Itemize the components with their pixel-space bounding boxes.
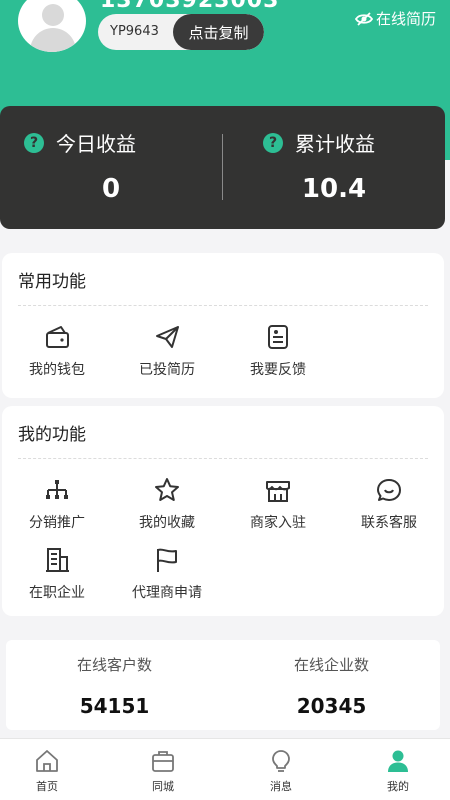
distribution-label: 分销推广 bbox=[29, 515, 85, 531]
help-icon[interactable]: ? bbox=[263, 132, 283, 153]
section-title: 我的功能 bbox=[18, 425, 86, 445]
favorites-label: 我的收藏 bbox=[139, 515, 195, 531]
agent-apply-button[interactable]: 代理商申请 bbox=[112, 546, 222, 606]
avatar-head bbox=[42, 4, 64, 26]
store-icon bbox=[266, 481, 290, 502]
chat-icon bbox=[377, 479, 401, 501]
user-id-pill: YP9643 点击复制 bbox=[98, 14, 264, 50]
feedback-icon bbox=[268, 325, 288, 349]
total-earnings-value: 10.4 bbox=[301, 174, 367, 204]
feedback-button[interactable]: 我要反馈 bbox=[223, 323, 333, 383]
total-earnings: ? 累计收益 10.4 bbox=[223, 106, 445, 229]
user-id: YP9643 bbox=[110, 24, 159, 39]
flag-icon bbox=[157, 548, 177, 572]
hierarchy-icon bbox=[46, 480, 68, 499]
tab-messages-label: 消息 bbox=[270, 780, 292, 793]
section-title: 常用功能 bbox=[18, 272, 86, 292]
star-icon bbox=[155, 478, 179, 501]
eye-off-icon bbox=[354, 11, 373, 26]
online-companies-label: 在线企业数 bbox=[293, 656, 369, 674]
online-customers: 在线客户数 54151 bbox=[6, 640, 223, 730]
common-functions-section: 常用功能 我的钱包 已投简历 我要反馈 bbox=[2, 253, 444, 398]
online-resume-link[interactable]: 在线简历 bbox=[354, 8, 436, 29]
online-companies-value: 20345 bbox=[296, 694, 367, 718]
tab-local[interactable]: 同城 bbox=[107, 739, 219, 800]
online-resume-label: 在线简历 bbox=[375, 10, 436, 28]
today-earnings: ? 今日收益 0 bbox=[0, 106, 222, 229]
favorites-button[interactable]: 我的收藏 bbox=[112, 476, 222, 536]
online-companies: 在线企业数 20345 bbox=[223, 640, 440, 730]
applied-resumes-button[interactable]: 已投简历 bbox=[112, 323, 222, 383]
send-icon bbox=[156, 326, 179, 348]
online-customers-value: 54151 bbox=[79, 694, 150, 718]
today-earnings-label: 今日收益 bbox=[56, 132, 136, 156]
merchant-join-button[interactable]: 商家入驻 bbox=[223, 476, 333, 536]
tab-local-label: 同城 bbox=[152, 780, 174, 793]
tab-home-label: 首页 bbox=[36, 780, 58, 793]
tab-mine[interactable]: 我的 bbox=[342, 739, 450, 800]
customer-service-label: 联系客服 bbox=[361, 515, 417, 531]
earnings-card: ? 今日收益 0 ? 累计收益 10.4 bbox=[0, 106, 445, 229]
applied-resumes-label: 已投简历 bbox=[139, 362, 195, 378]
tab-home[interactable]: 首页 bbox=[0, 739, 103, 800]
employed-company-label: 在职企业 bbox=[29, 585, 85, 601]
avatar[interactable] bbox=[18, 0, 86, 52]
divider bbox=[18, 305, 428, 306]
employed-company-button[interactable]: 在职企业 bbox=[2, 546, 112, 606]
avatar-body bbox=[30, 28, 76, 52]
tab-messages[interactable]: 消息 bbox=[225, 739, 337, 800]
merchant-join-label: 商家入驻 bbox=[250, 515, 306, 531]
distribution-button[interactable]: 分销推广 bbox=[2, 476, 112, 536]
wallet-button[interactable]: 我的钱包 bbox=[2, 323, 112, 383]
feedback-label: 我要反馈 bbox=[250, 362, 306, 378]
phone-number: 13703923003 bbox=[100, 0, 280, 13]
bottom-tab-bar: 首页 同城 消息 我的 bbox=[0, 738, 450, 800]
bulb-icon bbox=[272, 750, 290, 772]
tab-mine-label: 我的 bbox=[387, 780, 409, 793]
wallet-icon bbox=[46, 326, 69, 348]
agent-apply-label: 代理商申请 bbox=[132, 585, 202, 601]
copy-button[interactable]: 点击复制 bbox=[173, 14, 264, 50]
customer-service-button[interactable]: 联系客服 bbox=[334, 476, 444, 536]
help-icon[interactable]: ? bbox=[24, 132, 44, 153]
divider bbox=[18, 458, 428, 459]
wallet-label: 我的钱包 bbox=[29, 362, 85, 378]
my-functions-section: 我的功能 分销推广 我的收藏 商家入驻 联系客服 在职企业 代理商申请 bbox=[2, 406, 444, 616]
home-icon bbox=[36, 750, 58, 772]
briefcase-icon bbox=[152, 751, 174, 772]
online-stats-card: 在线客户数 54151 在线企业数 20345 bbox=[6, 640, 440, 730]
today-earnings-value: 0 bbox=[101, 174, 121, 204]
online-customers-label: 在线客户数 bbox=[76, 656, 152, 674]
total-earnings-label: 累计收益 bbox=[295, 132, 375, 156]
building-icon bbox=[46, 548, 69, 572]
user-icon bbox=[388, 750, 408, 772]
